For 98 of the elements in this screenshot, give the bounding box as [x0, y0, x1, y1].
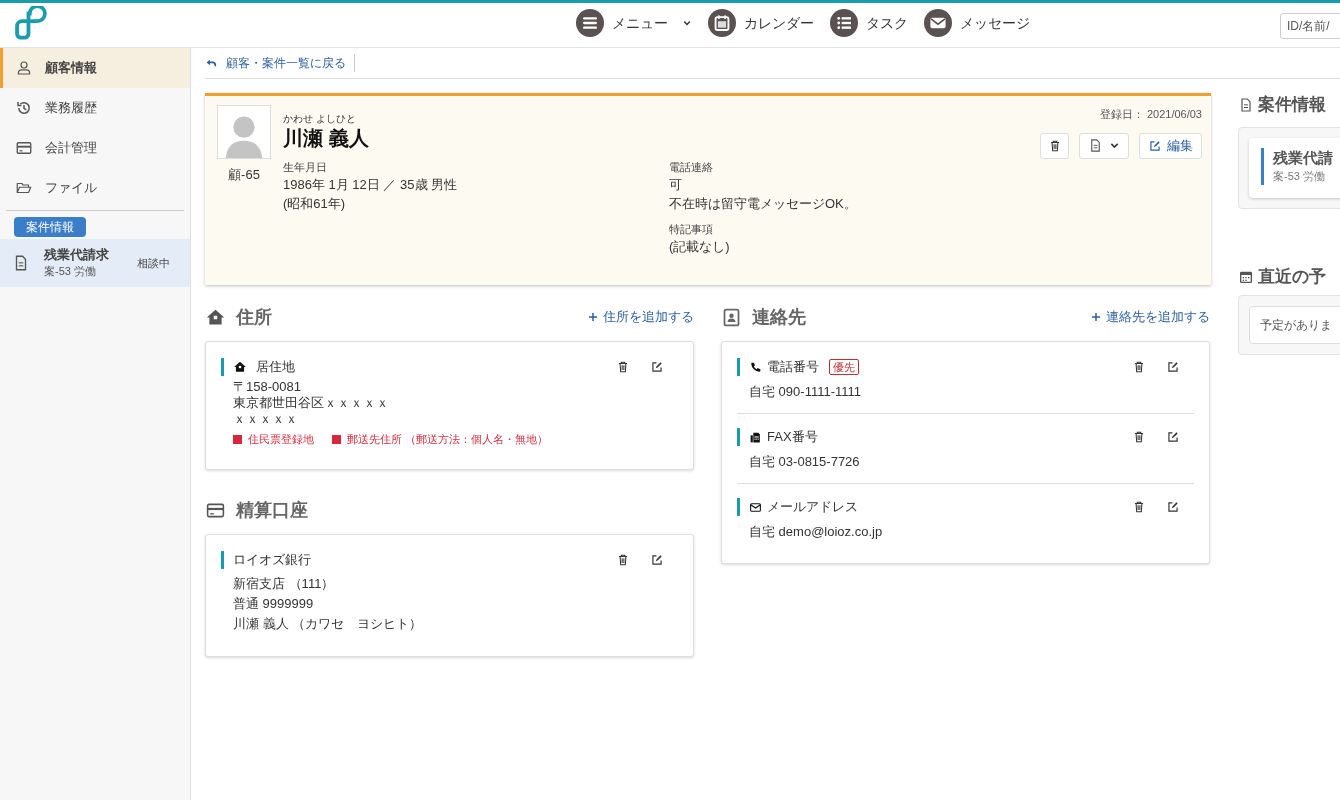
- section-title: 連絡先: [752, 305, 806, 329]
- edit-button[interactable]: [650, 553, 664, 567]
- list-icon: [830, 9, 858, 37]
- document-icon: [1088, 138, 1103, 153]
- address-line: 〒158-0081: [233, 379, 301, 395]
- section-title: 案件情報: [1258, 94, 1326, 117]
- section-title: 住所: [236, 305, 272, 329]
- case-number: 案-53 労働: [44, 264, 97, 280]
- edit-icon: [650, 360, 664, 374]
- calendar-icon: [708, 9, 736, 37]
- customer-id: 顧-65: [228, 166, 260, 184]
- address-line: 東京都世田谷区ｘｘｘｘｘ: [233, 395, 389, 411]
- contact-value: 自宅 090-1111-1111: [748, 383, 861, 401]
- section-title: 精算口座: [236, 498, 308, 522]
- envelope-icon: [749, 500, 762, 514]
- section-badge: 案件情報: [14, 217, 86, 237]
- search-field[interactable]: ID/名前/: [1280, 13, 1340, 39]
- registration-date: 登録日： 2021/06/03: [1099, 107, 1202, 122]
- address-tag: 住民票登録地: [233, 431, 314, 448]
- edit-button[interactable]: 編集: [1139, 132, 1202, 159]
- case-number: 案-53 労働: [1273, 169, 1326, 184]
- sidebar-item[interactable]: ファイル: [0, 168, 190, 208]
- trash-icon: [1132, 430, 1146, 444]
- furigana: かわせ よしひと: [283, 113, 356, 125]
- field-label: 電話連絡: [669, 160, 714, 175]
- account-line: 新宿支店 （111）: [233, 575, 335, 593]
- edit-button[interactable]: [1166, 360, 1180, 374]
- edit-icon: [1148, 138, 1162, 153]
- case-item[interactable]: 残業代請求 案-53 労働 相談中: [0, 239, 190, 287]
- trash-icon: [1132, 360, 1146, 374]
- calendar-icon: [1238, 269, 1254, 285]
- add-link[interactable]: 住所を追加する: [587, 307, 694, 327]
- customer-name: 川瀬 義人: [283, 126, 369, 151]
- plus-icon: [587, 311, 599, 323]
- field-label: 特記事項: [669, 222, 714, 237]
- empty-schedule-message: 予定がありま: [1249, 306, 1340, 344]
- entry-title: ロイオズ銀行: [233, 551, 311, 570]
- entry-title: FAX番号: [767, 428, 818, 447]
- entry-title: 居住地: [256, 358, 295, 377]
- delete-button[interactable]: [1132, 360, 1146, 374]
- address-tag: 郵送先住所 （郵送方法：個人名・無地）: [332, 431, 549, 448]
- contact-value: 自宅 demo@loioz.co.jp: [748, 523, 883, 541]
- back-link[interactable]: 顧客・案件一覧に戻る: [205, 54, 355, 72]
- delete-button[interactable]: [616, 553, 630, 567]
- entry-title: メールアドレス: [767, 498, 858, 517]
- caret-icon: [682, 18, 692, 28]
- edit-button[interactable]: [1166, 430, 1180, 444]
- trash-icon: [616, 553, 630, 567]
- envelope-icon: [924, 9, 952, 37]
- sidebar-item[interactable]: 業務履歴: [0, 88, 190, 128]
- edit-icon: [1166, 500, 1180, 514]
- phone-icon: [749, 360, 762, 374]
- case-card[interactable]: 残業代請 案-53 労働: [1249, 138, 1340, 198]
- account-line: 普通 9999999: [233, 595, 314, 613]
- delete-button[interactable]: [1132, 430, 1146, 444]
- case-title: 残業代請求: [44, 246, 110, 264]
- edit-button[interactable]: [650, 360, 664, 374]
- nav-item[interactable]: カレンダー: [708, 9, 814, 37]
- field-value: 1986年 1月 12日 ／ 35歳 男性: [283, 176, 459, 194]
- entry-title: 電話番号: [767, 358, 819, 377]
- document-menu-button[interactable]: [1079, 132, 1129, 159]
- document-icon: [1238, 97, 1254, 113]
- case-status: 相談中: [137, 255, 170, 271]
- contact-card-icon: [721, 306, 742, 328]
- add-link[interactable]: 連絡先を追加する: [1090, 307, 1210, 327]
- edit-icon: [1166, 360, 1180, 374]
- contact-value: 自宅 03-0815-7726: [748, 453, 860, 471]
- plus-icon: [1090, 311, 1102, 323]
- trash-icon: [1132, 500, 1146, 514]
- field-label: 生年月日: [283, 160, 328, 175]
- trash-icon: [616, 360, 630, 374]
- sidebar-item[interactable]: 顧客情報: [0, 48, 190, 88]
- house-icon: [233, 360, 247, 374]
- delete-button[interactable]: [1040, 132, 1069, 159]
- nav-item[interactable]: メニュー: [576, 9, 692, 37]
- edit-icon: [650, 553, 664, 567]
- edit-icon: [1166, 430, 1180, 444]
- avatar: [217, 105, 271, 159]
- nav-item[interactable]: メッセージ: [924, 9, 1030, 37]
- sidebar-item[interactable]: 会計管理: [0, 128, 190, 168]
- case-title: 残業代請: [1273, 148, 1334, 168]
- delete-button[interactable]: [616, 360, 630, 374]
- address-line: ｘｘｘｘｘ: [233, 411, 298, 427]
- fax-icon: [749, 430, 762, 444]
- account-line: 川瀬 義人 （カワセ ヨシヒト）: [233, 615, 423, 633]
- field-value: (昭和61年): [283, 195, 347, 213]
- delete-button[interactable]: [1132, 500, 1146, 514]
- nav-item[interactable]: タスク: [830, 9, 908, 37]
- field-value: 可: [669, 176, 683, 194]
- person-icon: [15, 59, 33, 77]
- field-value: 不在時は留守電メッセージOK。: [669, 195, 858, 213]
- field-value: (記載なし): [669, 238, 731, 256]
- edit-button[interactable]: [1166, 500, 1180, 514]
- menu-icon: [576, 9, 604, 37]
- credit-card-icon: [15, 139, 33, 157]
- history-icon: [15, 99, 33, 117]
- priority-badge: 優先: [829, 359, 859, 375]
- section-title: 直近の予: [1258, 266, 1326, 289]
